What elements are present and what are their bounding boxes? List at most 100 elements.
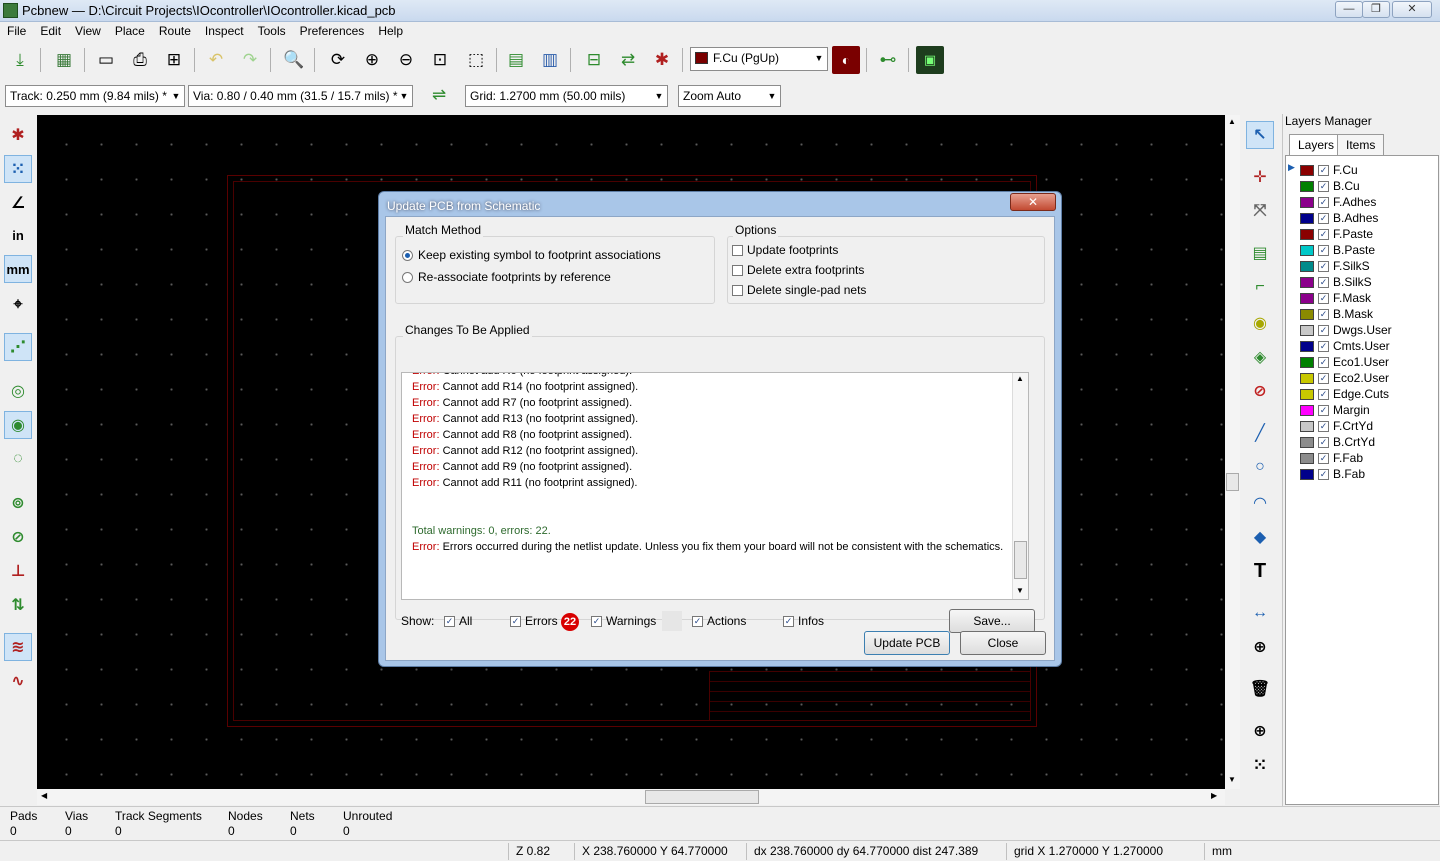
- board-setup-icon[interactable]: ▦: [50, 46, 78, 74]
- checkbox-update-footprints[interactable]: [732, 245, 743, 256]
- track-sketch-icon[interactable]: ◉: [4, 411, 32, 439]
- zone-outline-icon[interactable]: ⊘: [4, 523, 32, 551]
- close-button[interactable]: Close: [960, 631, 1046, 655]
- filter-all[interactable]: All: [459, 614, 472, 628]
- page-settings-icon[interactable]: ▭: [92, 46, 120, 74]
- route-track-icon[interactable]: ⌐: [1246, 273, 1274, 301]
- auto-track-width-icon[interactable]: ⇌: [425, 81, 453, 109]
- checkbox-warnings[interactable]: ✓: [591, 616, 602, 627]
- footprint-viewer-icon[interactable]: ▥: [536, 46, 564, 74]
- layer-color-swatch[interactable]: [1300, 308, 1314, 320]
- radio-keep-associations[interactable]: [402, 250, 413, 261]
- netlist-icon[interactable]: ⊟: [580, 46, 608, 74]
- via-size-select[interactable]: Via: 0.80 / 0.40 mm (31.5 / 15.7 mils) *…: [188, 85, 413, 107]
- layer-visibility-checkbox[interactable]: ✓: [1318, 228, 1329, 240]
- layer-visibility-checkbox[interactable]: ✓: [1318, 212, 1329, 224]
- add-zone-icon[interactable]: ◈: [1246, 343, 1274, 371]
- close-window-button[interactable]: ✕: [1392, 1, 1432, 18]
- layer-row[interactable]: ✓ B.Adhes: [1300, 210, 1378, 226]
- checkbox-actions[interactable]: ✓: [692, 616, 703, 627]
- layer-color-swatch[interactable]: [1300, 420, 1314, 432]
- menu-file[interactable]: File: [0, 22, 33, 38]
- layer-color-swatch[interactable]: [1300, 468, 1314, 480]
- maximize-button[interactable]: ❐: [1362, 1, 1390, 18]
- menu-route[interactable]: Route: [152, 22, 198, 38]
- horizontal-scroll-thumb[interactable]: [645, 790, 759, 804]
- layer-color-swatch[interactable]: [1300, 228, 1314, 240]
- menu-view[interactable]: View: [68, 22, 108, 38]
- microwave-tools-icon[interactable]: ⊷: [874, 46, 902, 74]
- menu-inspect[interactable]: Inspect: [198, 22, 251, 38]
- refresh-icon[interactable]: ⟳: [324, 46, 352, 74]
- highlight-net-icon[interactable]: ✛: [1246, 163, 1274, 191]
- draw-arc-icon[interactable]: ◠: [1246, 489, 1274, 517]
- layer-row[interactable]: ✓ Edge.Cuts: [1300, 386, 1389, 402]
- checkbox-delete-single-pad-nets[interactable]: [732, 285, 743, 296]
- grid-toggle-icon[interactable]: ⁙: [4, 155, 32, 183]
- layer-visibility-checkbox[interactable]: ✓: [1318, 452, 1329, 464]
- menu-help[interactable]: Help: [371, 22, 410, 38]
- layer-visibility-checkbox[interactable]: ✓: [1318, 420, 1329, 432]
- layer-color-swatch[interactable]: [1300, 164, 1314, 176]
- find-icon[interactable]: 🔍: [280, 46, 308, 74]
- layer-color-swatch[interactable]: [1300, 356, 1314, 368]
- option-reassociate[interactable]: Re-associate footprints by reference: [418, 270, 611, 284]
- layer-row[interactable]: ✓ F.Fab: [1300, 450, 1363, 466]
- layer-row[interactable]: ✓ B.SilkS: [1300, 274, 1372, 290]
- layer-color-swatch[interactable]: [1300, 324, 1314, 336]
- ratsnest-icon[interactable]: ⋰: [4, 333, 32, 361]
- save-button[interactable]: Save...: [949, 609, 1035, 633]
- scroll-down-icon[interactable]: ▼: [1016, 586, 1024, 595]
- checkbox-infos[interactable]: ✓: [783, 616, 794, 627]
- cursor-shape-icon[interactable]: ⌖: [4, 291, 32, 319]
- select-arrow-icon[interactable]: ↖: [1246, 121, 1274, 149]
- draw-line-icon[interactable]: ╱: [1246, 419, 1274, 447]
- layer-row[interactable]: ✓ F.Mask: [1300, 290, 1371, 306]
- layer-color-swatch[interactable]: [1300, 452, 1314, 464]
- drc-off-icon[interactable]: ✱: [4, 121, 32, 149]
- footprint-editor-icon[interactable]: ▤: [502, 46, 530, 74]
- layer-visibility-checkbox[interactable]: ✓: [1318, 260, 1329, 272]
- layer-visibility-checkbox[interactable]: ✓: [1318, 340, 1329, 352]
- layer-color-swatch[interactable]: [1300, 276, 1314, 288]
- layer-visibility-checkbox[interactable]: ✓: [1318, 276, 1329, 288]
- layer-color-swatch[interactable]: [1300, 196, 1314, 208]
- radio-reassociate[interactable]: [402, 272, 413, 283]
- layer-row[interactable]: ✓ F.Cu ▶: [1288, 162, 1358, 178]
- tab-items[interactable]: Items: [1337, 134, 1385, 156]
- track-width-select[interactable]: Track: 0.250 mm (9.84 mils) * ▼: [5, 85, 185, 107]
- layer-color-swatch[interactable]: [1300, 244, 1314, 256]
- layer-color-swatch[interactable]: [1300, 180, 1314, 192]
- pad-sketch-icon[interactable]: ◎: [4, 377, 32, 405]
- dialog-close-icon[interactable]: ✕: [1010, 193, 1056, 211]
- messages-scrollbar[interactable]: ▲ ▼: [1012, 373, 1028, 599]
- delete-icon[interactable]: 🗑: [1246, 675, 1274, 703]
- checkbox-all[interactable]: ✓: [444, 616, 455, 627]
- filter-actions[interactable]: Actions: [707, 614, 746, 628]
- microwave-icon[interactable]: ⇅: [4, 591, 32, 619]
- layer-visibility-checkbox[interactable]: ✓: [1318, 180, 1329, 192]
- update-pcb-icon[interactable]: ⇄: [614, 46, 642, 74]
- zoom-out-icon[interactable]: ⊖: [392, 46, 420, 74]
- layer-color-swatch[interactable]: [1300, 372, 1314, 384]
- scroll-up-icon[interactable]: ▲: [1016, 374, 1024, 383]
- messages-scroll-thumb[interactable]: [1014, 541, 1027, 579]
- tab-layers[interactable]: Layers: [1289, 134, 1344, 156]
- option-update-footprints[interactable]: Update footprints: [747, 243, 838, 257]
- layer-visibility-checkbox[interactable]: ✓: [1318, 404, 1329, 416]
- canvas-vertical-scrollbar[interactable]: ▲ ▼: [1225, 115, 1240, 789]
- drc-bug-icon[interactable]: ✱: [648, 46, 676, 74]
- undo-icon[interactable]: ↶: [202, 46, 230, 74]
- filter-errors[interactable]: Errors: [525, 614, 558, 628]
- layer-visibility-checkbox[interactable]: ✓: [1318, 164, 1329, 176]
- layer-row[interactable]: ✓ Cmts.User: [1300, 338, 1390, 354]
- scroll-right-icon[interactable]: ▶: [1211, 791, 1217, 800]
- layer-row[interactable]: ✓ B.Paste: [1300, 242, 1375, 258]
- option-delete-single-pad-nets[interactable]: Delete single-pad nets: [747, 283, 866, 297]
- scroll-down-icon[interactable]: ▼: [1228, 775, 1236, 784]
- layer-row[interactable]: ✓ B.CrtYd: [1300, 434, 1375, 450]
- layer-visibility-checkbox[interactable]: ✓: [1318, 292, 1329, 304]
- layer-row[interactable]: ✓ B.Cu: [1300, 178, 1360, 194]
- menu-edit[interactable]: Edit: [33, 22, 68, 38]
- zone-fill-icon[interactable]: ⊚: [4, 489, 32, 517]
